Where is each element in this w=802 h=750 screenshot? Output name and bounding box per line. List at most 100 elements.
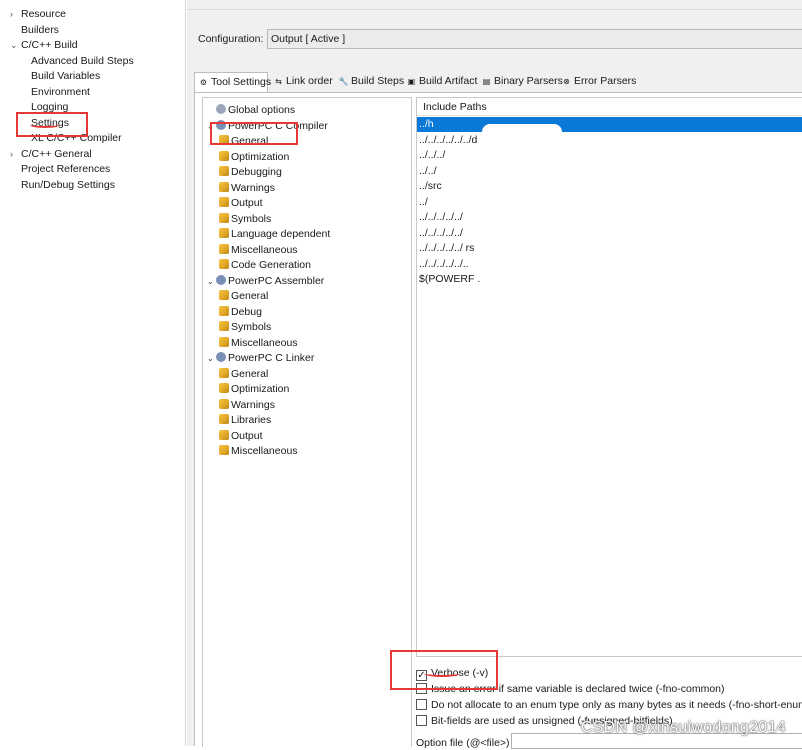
tree-item-miscellaneous[interactable]: Miscellaneous xyxy=(219,444,298,459)
tree-item-powerpc-assembler[interactable]: ⌄ PowerPC Assembler xyxy=(207,274,324,289)
nav-item-builders[interactable]: Builders xyxy=(21,23,59,37)
nav-item-c-c-build[interactable]: C/C++ Build xyxy=(21,38,78,52)
tree-item-label: Output xyxy=(231,197,263,209)
configuration-select[interactable]: Output [ Active ] xyxy=(267,29,802,49)
checkbox-unchecked[interactable] xyxy=(416,715,427,726)
tree-item-optimization[interactable]: Optimization xyxy=(219,150,289,165)
tab-build-steps[interactable]: 🔧 Build Steps xyxy=(335,72,405,92)
nav-item-resource[interactable]: Resource xyxy=(21,7,66,21)
include-path-row[interactable]: ../h xyxy=(417,117,802,132)
tree-item-label: Debug xyxy=(231,305,262,318)
checkbox-unchecked[interactable] xyxy=(416,699,427,710)
option-label: Do not allocate to an enum type only as … xyxy=(431,699,802,711)
tree-item-warnings[interactable]: Warnings xyxy=(219,181,275,196)
tree-item-miscellaneous[interactable]: Miscellaneous xyxy=(219,336,298,351)
include-path-row[interactable]: ../../../../../../d xyxy=(417,133,802,148)
tree-item-output[interactable]: Output xyxy=(219,196,263,211)
settings-page-icon xyxy=(219,383,229,393)
settings-page-icon xyxy=(219,429,229,440)
tree-item-label: General xyxy=(231,290,269,302)
include-path-row[interactable]: ../ xyxy=(417,195,802,210)
include-path-row[interactable]: ../../ xyxy=(417,164,802,179)
settings-page-icon xyxy=(219,336,229,347)
nav-item-project-references[interactable]: Project References xyxy=(21,162,110,176)
tab-tool-settings[interactable]: ⚙ Tool Settings xyxy=(194,72,272,92)
include-path-row[interactable]: ../../../ xyxy=(417,148,802,163)
chevron-down-icon[interactable]: ⌄ xyxy=(10,38,18,52)
tree-item-label: PowerPC C Linker xyxy=(228,352,315,364)
link-icon: ⇆ xyxy=(275,77,282,86)
tree-item-warnings[interactable]: Warnings xyxy=(219,398,275,413)
tree-item-label: PowerPC Assembler xyxy=(228,274,325,287)
tree-item-label: Miscellaneous xyxy=(231,336,298,349)
settings-page-icon xyxy=(219,212,229,223)
settings-panel: Configuration: Output [ Active ] ⚙ Tool S… xyxy=(187,0,802,749)
tree-item-language-dependent[interactable]: Language dependent xyxy=(219,227,330,242)
gear-icon xyxy=(216,104,226,114)
nav-item-build-variables[interactable]: Build Variables xyxy=(31,69,100,83)
tree-item-output[interactable]: Output xyxy=(219,429,263,444)
tree-item-code-generation[interactable]: Code Generation xyxy=(219,258,311,273)
tab-label: Error Parsers xyxy=(574,75,637,87)
tree-item-label: Optimization xyxy=(231,383,290,395)
tree-item-label: Symbols xyxy=(231,212,272,225)
include-path-row[interactable]: ../../../../../.. xyxy=(417,257,802,272)
settings-page-icon xyxy=(219,398,229,409)
tree-item-label: Miscellaneous xyxy=(231,445,298,457)
tree-item-symbols[interactable]: Symbols xyxy=(219,212,271,227)
settings-page-icon xyxy=(219,197,229,207)
tree-item-label: Debugging xyxy=(231,166,282,178)
include-path-row[interactable]: ../../../../../ rs xyxy=(417,241,802,256)
wrench-icon: 🔧 xyxy=(338,77,349,86)
tree-item-debugging[interactable]: Debugging xyxy=(219,165,282,180)
tree-item-powerpc-c-linker[interactable]: ⌄ PowerPC C Linker xyxy=(207,351,314,366)
tab-error-parsers[interactable]: ⊗ Error Parsers xyxy=(558,72,637,92)
tree-item-libraries[interactable]: Libraries xyxy=(219,413,271,428)
tree-item-miscellaneous[interactable]: Miscellaneous xyxy=(219,243,298,258)
tab-label: Build Steps xyxy=(351,75,405,87)
nav-item-c-c-general[interactable]: C/C++ General xyxy=(21,147,92,161)
settings-page-icon xyxy=(219,414,229,424)
tree-item-debug[interactable]: Debug xyxy=(219,305,262,320)
nav-item-environment[interactable]: Environment xyxy=(31,85,90,99)
tree-item-label: Optimization xyxy=(231,150,290,163)
include-path-row[interactable]: $(POWERF . xyxy=(417,272,802,287)
include-path-row[interactable]: ../src xyxy=(417,179,802,194)
include-path-row[interactable]: ../../../../../ xyxy=(417,210,802,225)
option-checkbox-row[interactable]: Do not allocate to an enum type only as … xyxy=(416,698,802,713)
include-path-row[interactable]: ../../../../../ xyxy=(417,226,802,241)
tab-label: Tool Settings xyxy=(211,76,272,88)
configuration-label: Configuration: xyxy=(198,33,264,45)
chevron-right-icon[interactable]: › xyxy=(10,7,18,21)
watermark: CSDN @xinsuiwodong2014 xyxy=(580,719,786,736)
settings-page-icon xyxy=(219,228,229,238)
tab-label: Build Artifact xyxy=(419,75,478,87)
chevron-down-icon[interactable]: ⌄ xyxy=(207,274,216,289)
tree-item-general[interactable]: General xyxy=(219,289,268,304)
tab-link-order[interactable]: ⇆ Link order xyxy=(270,72,333,92)
tree-item-optimization[interactable]: Optimization xyxy=(219,382,289,397)
tree-item-label: Miscellaneous xyxy=(231,243,298,256)
nav-item-advanced-build-steps[interactable]: Advanced Build Steps xyxy=(31,54,134,68)
tab-binary-parsers[interactable]: ▤ Binary Parsers xyxy=(478,72,563,92)
tab-build-artifact[interactable]: ▣ Build Artifact xyxy=(403,72,478,92)
tree-item-label: Code Generation xyxy=(231,259,311,271)
redaction-blob xyxy=(482,124,562,146)
settings-page-icon xyxy=(219,321,229,331)
include-paths-header: Include Paths xyxy=(417,98,802,116)
tree-item-symbols[interactable]: Symbols xyxy=(219,320,271,335)
page-title-strip xyxy=(187,0,802,10)
settings-page-icon xyxy=(219,259,229,269)
tree-item-general[interactable]: General xyxy=(219,367,268,382)
tab-label: Link order xyxy=(286,75,333,87)
chevron-right-icon[interactable]: › xyxy=(10,147,18,161)
artifact-icon: ▣ xyxy=(407,77,416,86)
include-paths-list[interactable]: Include Paths ../h ../../../../../../d ../… xyxy=(416,97,802,657)
nav-item-run-debug-settings[interactable]: Run/Debug Settings xyxy=(21,178,115,192)
tree-item-label: Warnings xyxy=(231,398,275,411)
binary-icon: ▤ xyxy=(482,77,491,86)
annotation-underline-verbose xyxy=(424,670,460,677)
tree-item-global-options[interactable]: Global options xyxy=(207,103,295,118)
chevron-down-icon[interactable]: ⌄ xyxy=(207,351,216,366)
settings-page-icon xyxy=(219,243,229,254)
